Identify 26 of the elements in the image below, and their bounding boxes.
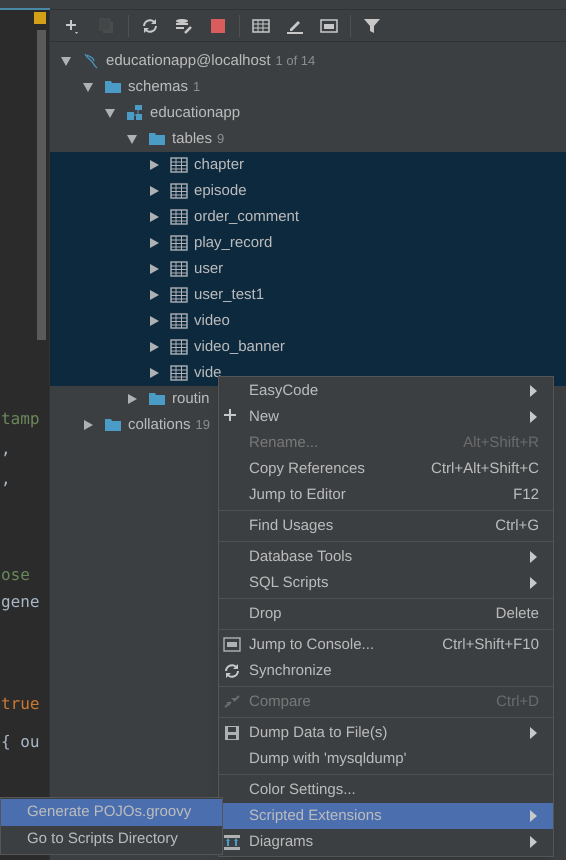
code-line: true bbox=[0, 693, 40, 715]
node-count: 1 bbox=[193, 78, 200, 96]
node-label: collations bbox=[128, 414, 191, 435]
node-label: routin bbox=[172, 388, 210, 409]
node-label: chapter bbox=[194, 154, 244, 175]
node-count: 1 of 14 bbox=[276, 52, 316, 70]
node-label: educationapp bbox=[150, 102, 240, 123]
node-label: order_comment bbox=[194, 206, 300, 227]
node-label: vide bbox=[194, 362, 222, 383]
code-line: ose bbox=[0, 564, 31, 586]
code-line: gene bbox=[0, 591, 40, 613]
node-label: tables bbox=[172, 128, 212, 149]
code-line: { ou bbox=[0, 731, 40, 753]
code-line: , bbox=[0, 468, 12, 490]
node-label: user bbox=[194, 258, 224, 279]
code-line: tamp bbox=[0, 408, 40, 430]
node-label: schemas bbox=[128, 76, 188, 97]
node-label: video_banner bbox=[194, 336, 285, 357]
code-line: , bbox=[0, 438, 12, 460]
node-count: 19 bbox=[196, 416, 210, 434]
node-count: 9 bbox=[217, 130, 224, 148]
node-label: educationapp@localhost bbox=[106, 50, 271, 71]
node-label: episode bbox=[194, 180, 247, 201]
node-label: video bbox=[194, 310, 230, 331]
node-label: user_test1 bbox=[194, 284, 264, 305]
node-label: play_record bbox=[194, 232, 272, 253]
